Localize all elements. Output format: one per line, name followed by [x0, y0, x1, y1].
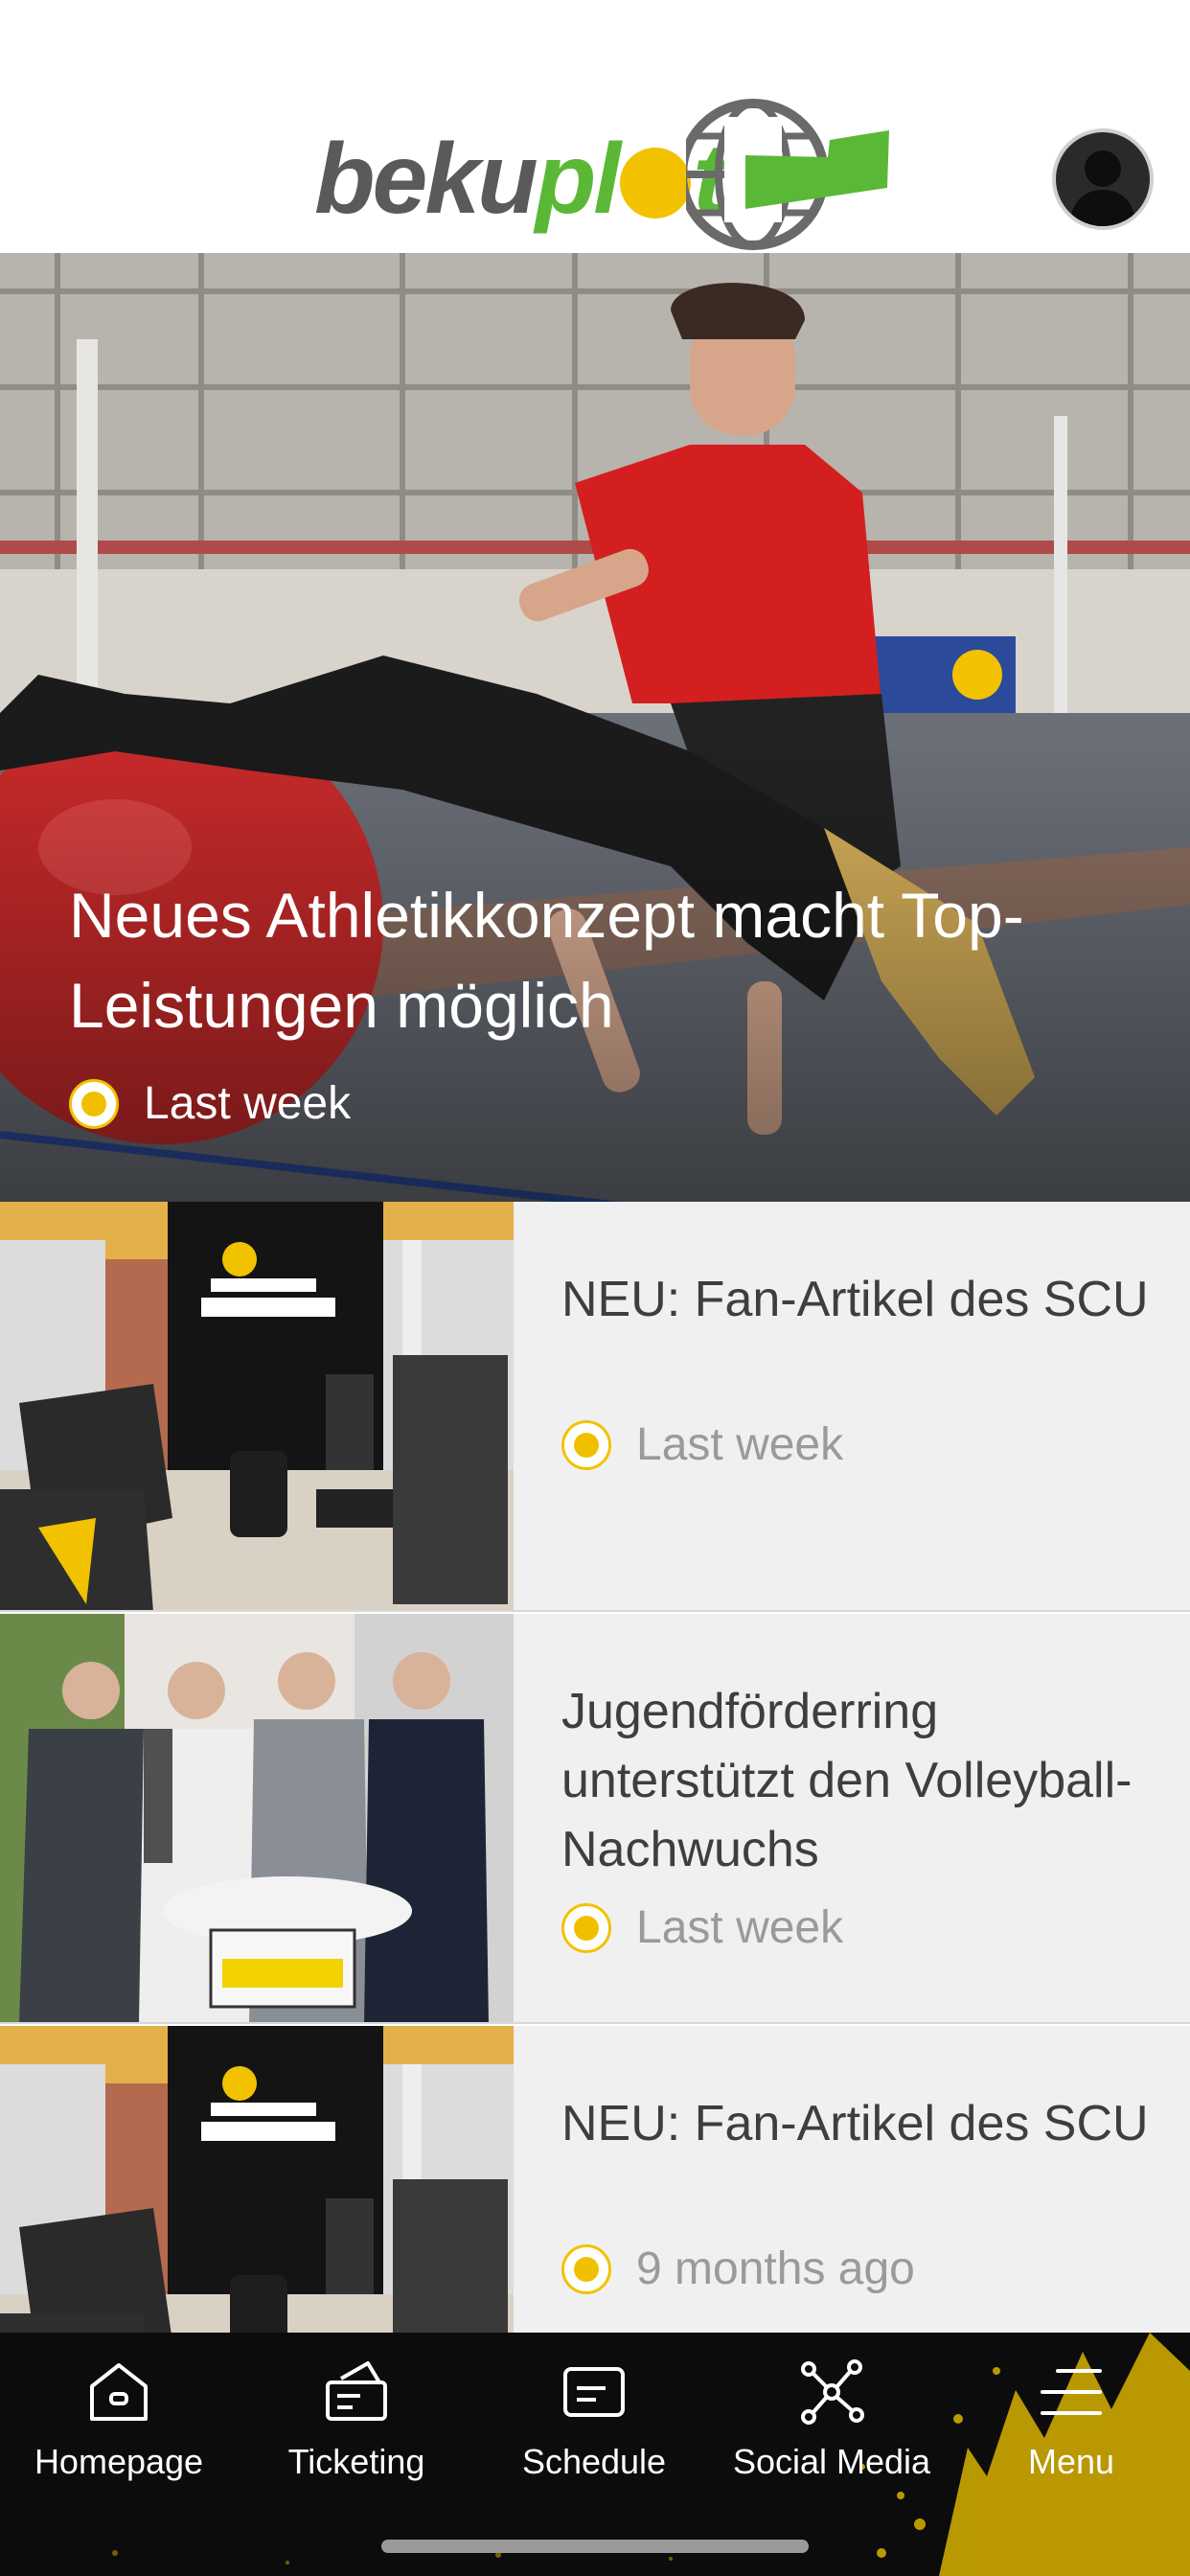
home-icon [90, 2363, 148, 2421]
logo-wordmark: bekupl t [314, 124, 726, 235]
bottom-navigation: Homepage Ticketing Schedule Social Media… [0, 2333, 1190, 2576]
news-list-item[interactable]: NEU: Fan-Artikel des SCU Last week [0, 1202, 1190, 1612]
user-avatar-icon [1069, 150, 1136, 226]
profile-avatar-button[interactable] [1052, 128, 1154, 230]
home-indicator[interactable] [381, 2540, 809, 2553]
logo-globe-icon [686, 99, 889, 250]
club-logo-icon [561, 1419, 611, 1470]
news-meta: Last week [561, 1418, 843, 1471]
nav-social-media[interactable]: Social Media [713, 2358, 950, 2501]
news-meta: Last week [561, 1901, 843, 1954]
nav-schedule[interactable]: Schedule [475, 2358, 713, 2501]
youth-support-image [0, 1614, 514, 2022]
nav-label: Schedule [521, 2442, 667, 2481]
club-logo-icon [69, 1078, 119, 1129]
app-header: bekupl t [0, 0, 1190, 253]
nav-menu[interactable]: Menu [952, 2358, 1190, 2501]
news-time: 9 months ago [636, 2243, 915, 2294]
nav-label: Homepage [34, 2442, 204, 2481]
network-icon [801, 2359, 864, 2425]
news-list-item[interactable]: Jugendförderring unterstützt den Volleyb… [0, 1614, 1190, 2024]
hero-meta: Last week [69, 1077, 351, 1130]
news-meta: 9 months ago [561, 2242, 915, 2295]
nav-label: Social Media [732, 2442, 931, 2481]
hero-news-card[interactable]: Neues Athletikkonzept macht Top-Leistung… [0, 253, 1190, 1202]
hero-title: Neues Athletikkonzept macht Top-Leistung… [69, 880, 1024, 1041]
news-time: Last week [636, 1419, 844, 1470]
news-time: Last week [636, 1902, 844, 1953]
news-title: NEU: Fan-Artikel des SCU [561, 1272, 1149, 1327]
news-title: Jugendförderring unterstützt den Volleyb… [561, 1684, 1133, 1877]
news-title: NEU: Fan-Artikel des SCU [561, 2096, 1149, 2151]
news-thumbnail [0, 1202, 514, 1610]
ticket-icon [326, 2361, 387, 2421]
nav-homepage[interactable]: Homepage [0, 2358, 238, 2501]
club-logo-icon [561, 2243, 611, 2294]
club-logo-icon [561, 1902, 611, 1953]
schedule-icon [563, 2367, 625, 2417]
nav-ticketing[interactable]: Ticketing [238, 2358, 475, 2501]
nav-label: Ticketing [287, 2442, 425, 2481]
bekuplast-logo[interactable]: bekupl t [314, 96, 908, 259]
fan-merch-image [0, 1202, 514, 1610]
menu-icon [1041, 2369, 1102, 2415]
news-thumbnail [0, 1614, 514, 2022]
hero-time: Last week [144, 1078, 352, 1129]
nav-label: Menu [1027, 2442, 1115, 2481]
